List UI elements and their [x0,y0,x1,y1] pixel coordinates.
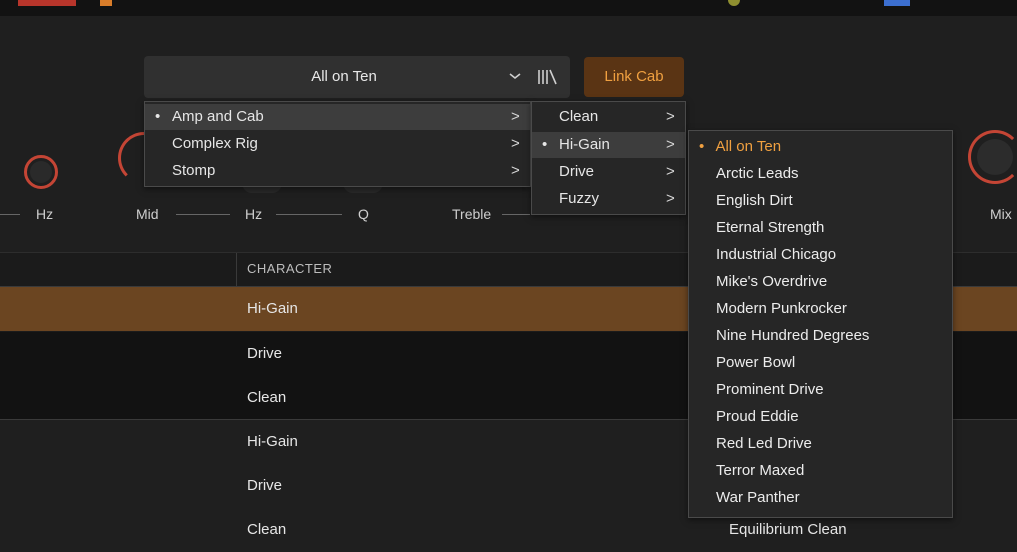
menu-item-label: Clean [559,108,599,125]
menu-item-label: Complex Rig [172,135,258,152]
table-cell-character: Clean [247,389,287,406]
library-icon[interactable] [536,68,558,86]
q-label: Q [358,206,369,222]
menu-item-preset[interactable]: Modern Punkrocker [716,295,847,322]
mid-label: Mid [136,206,159,222]
divider-line [276,214,342,215]
menu-item-preset[interactable]: Arctic Leads [716,160,799,187]
menu-item-preset[interactable]: Eternal Strength [716,214,824,241]
table-cell-character: Drive [247,477,283,494]
divider-line [502,214,530,215]
treble-label: Treble [452,206,492,222]
menu-item-preset[interactable]: English Dirt [716,187,793,214]
chevron-right-icon: > [666,108,675,125]
chevron-right-icon: > [666,163,675,180]
menu-item-label: Drive [559,163,595,180]
menu-item-preset[interactable]: Industrial Chicago [716,241,836,268]
chevron-right-icon: > [511,135,520,152]
table-cell-preset: Equilibrium Clean [729,521,847,538]
table-cell-character: Hi-Gain [247,300,298,317]
preset-selector-value: All on Ten [311,68,377,85]
preset-menu: • All on Ten Arctic Leads English Dirt E… [688,130,953,518]
chevron-right-icon: > [511,108,520,125]
chevron-right-icon: > [666,136,675,153]
menu-item-label: Fuzzy [559,190,600,207]
menu-item-preset[interactable]: Power Bowl [716,349,795,376]
selected-bullet: • [155,108,161,125]
toolbar-icon[interactable] [884,0,910,6]
preset-selector[interactable]: All on Ten [144,56,570,98]
selected-bullet: • [542,136,548,153]
column-divider [236,253,237,287]
menu-item-fuzzy[interactable]: Fuzzy > [532,186,685,212]
menu-item-preset[interactable]: Nine Hundred Degrees [716,322,869,349]
menu-item-amp-and-cab[interactable]: • Amp and Cab > [145,104,530,130]
active-tab-indicator [18,0,76,6]
divider-line [176,214,230,215]
top-toolbar [0,0,1017,16]
table-cell-character: Clean [247,521,287,538]
hz-label: Hz [245,206,263,222]
menu-item-label: Amp and Cab [172,108,264,125]
menu-item-preset[interactable]: Mike's Overdrive [716,268,827,295]
menu-item-preset[interactable]: Terror Maxed [716,457,804,484]
chevron-down-icon[interactable] [508,70,522,82]
menu-item-preset[interactable]: Red Led Drive [716,430,812,457]
menu-item-complex-rig[interactable]: Complex Rig > [145,131,530,157]
mix-label: Mix [990,206,1012,222]
table-cell-character: Drive [247,345,283,362]
menu-item-preset[interactable]: Prominent Drive [716,376,824,403]
character-menu: Clean > • Hi-Gain > Drive > Fuzzy > [531,101,686,215]
menu-item-all-on-ten[interactable]: • All on Ten [699,133,781,160]
chevron-right-icon: > [511,162,520,179]
chevron-right-icon: > [666,190,675,207]
mix-knob[interactable] [968,130,1017,184]
table-cell-character: Hi-Gain [247,433,298,450]
selected-bullet: • [699,138,705,155]
menu-item-drive[interactable]: Drive > [532,159,685,185]
menu-item-clean[interactable]: Clean > [532,104,685,130]
category-menu: • Amp and Cab > Complex Rig > Stomp > [144,101,531,187]
menu-item-label: All on Ten [715,138,782,155]
menu-item-label: Stomp [172,162,216,179]
menu-item-preset[interactable]: War Panther [716,484,800,511]
toolbar-icon[interactable] [100,0,112,6]
divider-line [0,214,20,215]
menu-item-label: Hi-Gain [559,136,610,153]
hz-label: Hz [36,206,54,222]
hz-knob[interactable] [24,155,58,189]
column-header-character[interactable]: CHARACTER [247,261,332,276]
menu-item-stomp[interactable]: Stomp > [145,158,530,184]
menu-item-hi-gain[interactable]: • Hi-Gain > [532,132,685,158]
menu-item-preset[interactable]: Proud Eddie [716,403,799,430]
link-cab-button[interactable]: Link Cab [584,57,684,97]
